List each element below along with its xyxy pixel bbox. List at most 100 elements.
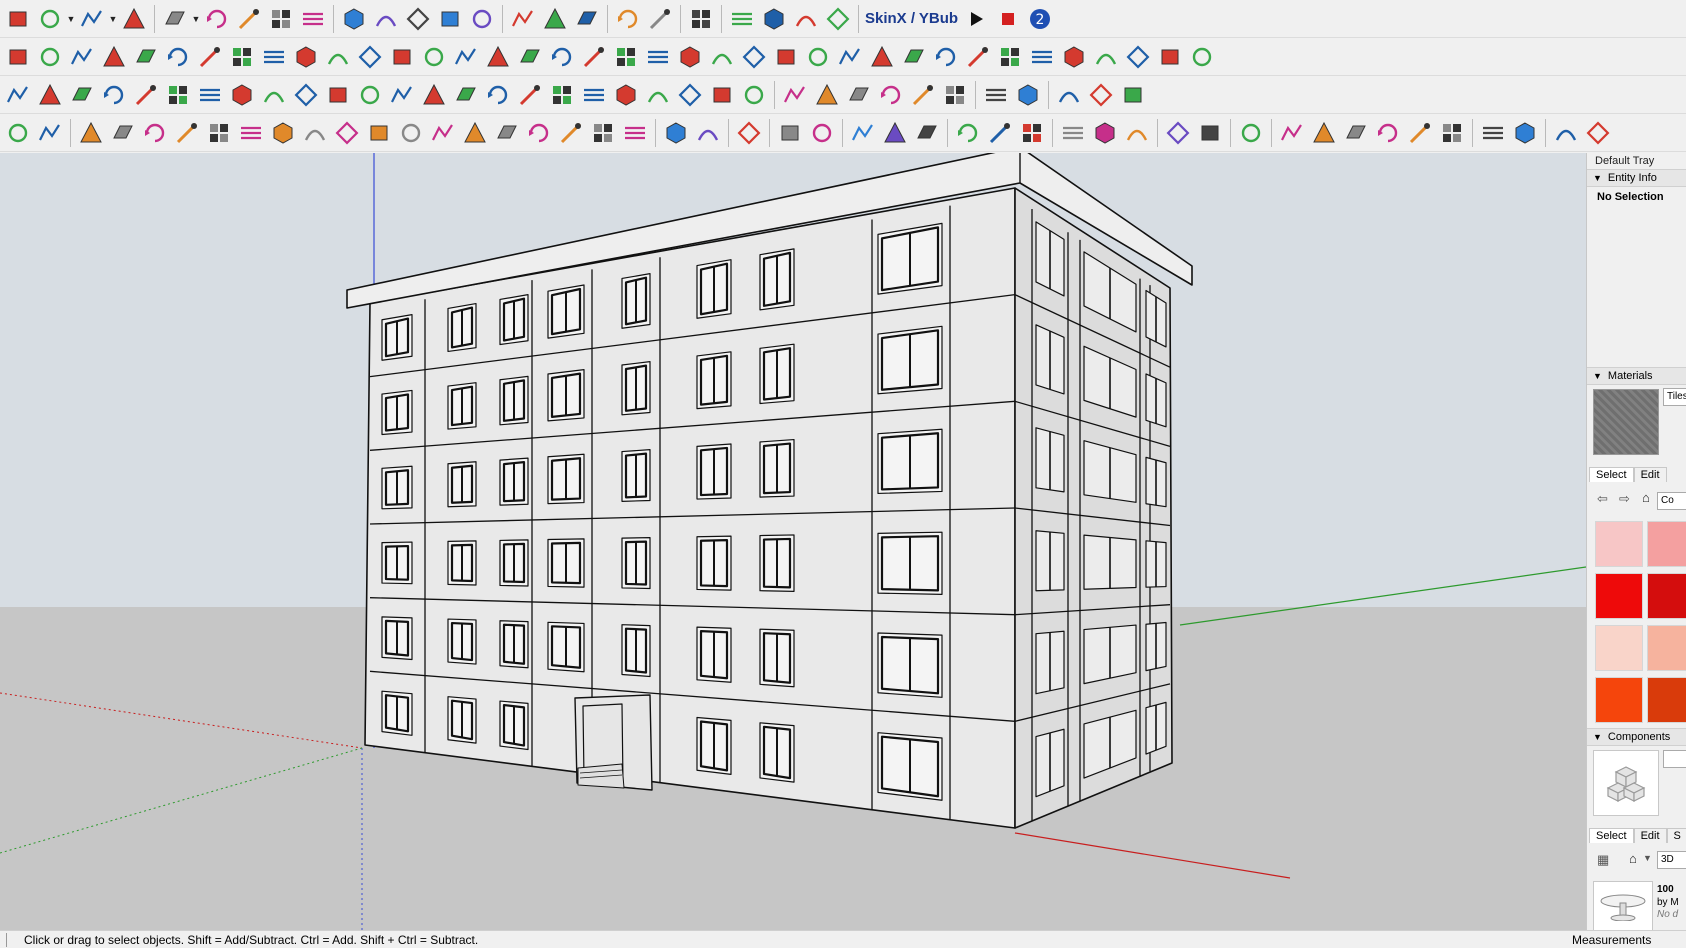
scale-icon[interactable] (235, 117, 267, 149)
eraser-icon[interactable] (1117, 79, 1149, 111)
arc-icon[interactable] (834, 41, 866, 73)
material-name-field[interactable]: Tiles (1663, 388, 1686, 406)
home-icon[interactable]: ⌂ (1629, 851, 1637, 866)
style-icon[interactable] (685, 3, 717, 35)
forward-arrow-icon[interactable]: ⇨ (1619, 491, 1630, 507)
paint-bucket-icon[interactable] (866, 41, 898, 73)
geometry-icon[interactable] (790, 3, 822, 35)
materials-tab-edit[interactable]: Edit (1633, 467, 1667, 482)
play-icon[interactable] (960, 3, 992, 35)
scale-icon[interactable] (1057, 117, 1089, 149)
shadow-icon[interactable] (130, 79, 162, 111)
paint-bucket-icon[interactable] (75, 117, 107, 149)
tape-measure-icon[interactable] (338, 3, 370, 35)
material-icon[interactable] (758, 3, 790, 35)
shadow-icon[interactable] (1404, 117, 1436, 149)
help-icon[interactable]: 2 (1024, 3, 1056, 35)
material-swatch[interactable] (1595, 677, 1643, 723)
shadow-icon[interactable] (644, 3, 676, 35)
view-options-icon[interactable]: ▦ (1597, 852, 1609, 868)
eraser-icon[interactable] (2, 3, 34, 35)
orbit-icon[interactable] (331, 117, 363, 149)
pan-icon[interactable] (1194, 117, 1226, 149)
components-tab-statistics[interactable]: S (1666, 828, 1686, 843)
camera-icon[interactable] (875, 79, 907, 111)
zoom-extents-icon[interactable] (427, 117, 459, 149)
chevron-down-icon[interactable]: ▼ (66, 3, 76, 35)
zoom-icon[interactable] (395, 117, 427, 149)
scale-icon[interactable] (578, 79, 610, 111)
text-icon[interactable] (370, 3, 402, 35)
component-icon[interactable] (642, 41, 674, 73)
rotate-icon[interactable] (265, 3, 297, 35)
move-icon[interactable] (233, 3, 265, 35)
move-icon[interactable] (194, 41, 226, 73)
material-swatch[interactable] (1647, 573, 1686, 619)
zoom-extents-icon[interactable] (450, 41, 482, 73)
section-icon[interactable] (66, 79, 98, 111)
geometry-icon[interactable] (1053, 79, 1085, 111)
arc-icon[interactable] (847, 117, 879, 149)
geometry-icon[interactable] (692, 117, 724, 149)
back-arrow-icon[interactable]: ⇦ (1597, 491, 1608, 507)
move-icon[interactable] (171, 117, 203, 149)
orbit-icon[interactable] (674, 79, 706, 111)
pencil-icon[interactable] (806, 117, 838, 149)
section-icon[interactable] (491, 117, 523, 149)
follow-me-icon[interactable] (162, 41, 194, 73)
camera-icon[interactable] (523, 117, 555, 149)
move-icon[interactable] (514, 79, 546, 111)
pan-icon[interactable] (434, 3, 466, 35)
pan-icon[interactable] (386, 41, 418, 73)
push-pull-icon[interactable] (130, 41, 162, 73)
rotate-icon[interactable] (203, 117, 235, 149)
material-icon[interactable] (226, 79, 258, 111)
scale-icon[interactable] (1026, 41, 1058, 73)
model-scene[interactable] (0, 153, 1586, 930)
component-preview[interactable] (1593, 750, 1659, 816)
chevron-down-icon[interactable]: ▼ (191, 3, 201, 35)
zoom-icon[interactable] (1235, 117, 1267, 149)
zoom-extents-icon[interactable] (2, 79, 34, 111)
chevron-down-icon[interactable]: ▼ (1643, 853, 1652, 863)
materials-tab-select[interactable]: Select (1589, 467, 1634, 482)
shadow-icon[interactable] (578, 41, 610, 73)
shadow-icon[interactable] (907, 79, 939, 111)
skinx-ybub-toolbar-label[interactable]: SkinX / YBub (863, 11, 960, 26)
geometry-icon[interactable] (258, 79, 290, 111)
eraser-icon[interactable] (2, 41, 34, 73)
component-icon[interactable] (619, 117, 651, 149)
layer-icon[interactable] (811, 79, 843, 111)
tool-icon[interactable] (1582, 117, 1614, 149)
arc-icon[interactable] (34, 117, 66, 149)
material-icon[interactable] (674, 41, 706, 73)
layer-icon[interactable] (1308, 117, 1340, 149)
pencil-icon[interactable] (34, 3, 66, 35)
zoom-extents-icon[interactable] (507, 3, 539, 35)
orbit-icon[interactable] (1122, 41, 1154, 73)
section-icon[interactable] (1340, 117, 1372, 149)
component-name-field[interactable] (1663, 750, 1686, 768)
pencil-icon[interactable] (802, 41, 834, 73)
tool-icon[interactable] (290, 79, 322, 111)
home-icon[interactable]: ⌂ (1642, 490, 1650, 505)
push-pull-icon[interactable] (898, 41, 930, 73)
geometry-icon[interactable] (706, 41, 738, 73)
zoom-icon[interactable] (738, 79, 770, 111)
text-icon[interactable] (322, 41, 354, 73)
tape-measure-icon[interactable] (290, 41, 322, 73)
eraser-icon[interactable] (770, 41, 802, 73)
orbit-icon[interactable] (402, 3, 434, 35)
materials-header[interactable]: ▼ Materials (1587, 367, 1686, 385)
material-swatch[interactable] (1595, 521, 1643, 567)
component-result-thumbnail[interactable] (1593, 881, 1653, 930)
text-icon[interactable] (1090, 41, 1122, 73)
geometry-icon[interactable] (1550, 117, 1582, 149)
layer-icon[interactable] (459, 117, 491, 149)
style-icon[interactable] (587, 117, 619, 149)
rotate-icon[interactable] (226, 41, 258, 73)
material-swatch[interactable] (1595, 573, 1643, 619)
arc-icon[interactable] (66, 41, 98, 73)
follow-me-icon[interactable] (930, 41, 962, 73)
rotate-icon[interactable] (1016, 117, 1048, 149)
